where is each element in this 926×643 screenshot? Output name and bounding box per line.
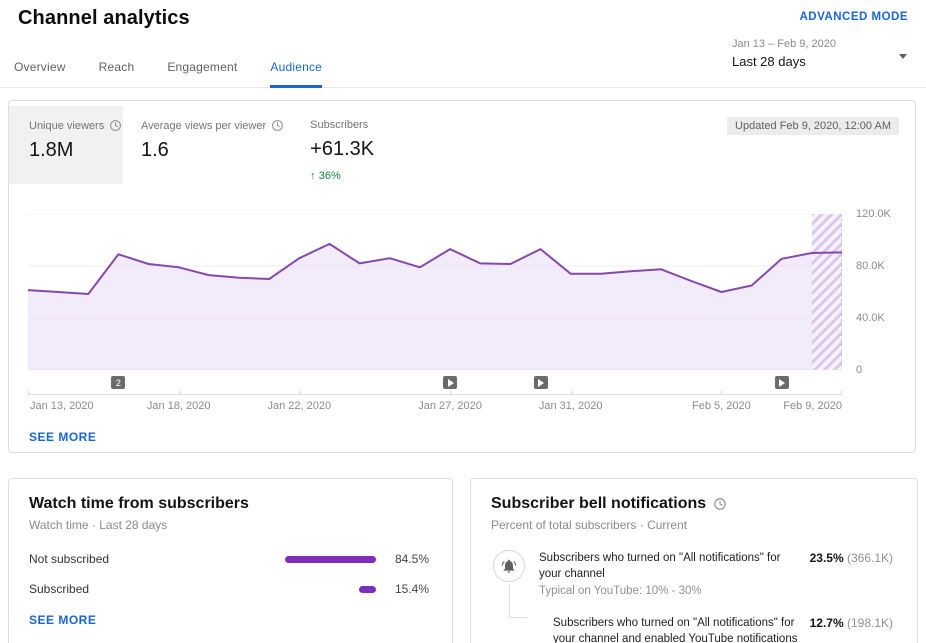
bell-stat-text: Subscribers who turned on "All notificat…	[553, 615, 810, 643]
bell-avatar	[493, 550, 525, 582]
x-axis-tick	[450, 391, 451, 395]
bar-label: Not subscribed	[29, 552, 268, 566]
page-title: Channel analytics	[18, 7, 190, 30]
metric-value: +61.3K	[310, 138, 374, 161]
metric-card-unique-viewers[interactable]: Unique viewers 1.8M	[9, 106, 123, 184]
x-axis-label: Jan 27, 2020	[418, 400, 482, 412]
bell-stat-value: 23.5% (366.1K)	[810, 550, 893, 565]
x-axis-tick	[571, 391, 572, 395]
y-axis-label: 120.0K	[856, 208, 908, 220]
x-axis-tick	[299, 391, 300, 395]
bell-stat-text: Subscribers who turned on "All notificat…	[539, 550, 810, 599]
bell-stat-value: 12.7% (198.1K)	[810, 615, 893, 630]
x-axis-label: Jan 22, 2020	[268, 400, 332, 412]
play-icon	[448, 379, 454, 387]
channel-analytics-page: Channel analytics ADVANCED MODE Jan 13 –…	[0, 0, 926, 643]
y-axis-label: 40.0K	[856, 312, 908, 324]
tab-reach[interactable]: Reach	[99, 48, 135, 87]
bell-stat-row: Subscribers who turned on "All notificat…	[471, 615, 917, 643]
bar-row-subscribed[interactable]: Subscribed 15.4%	[9, 574, 452, 604]
analytics-tabs: Overview Reach Engagement Audience	[0, 48, 926, 88]
see-more-link[interactable]: SEE MORE	[29, 430, 96, 444]
bar-row-not-subscribed[interactable]: Not subscribed 84.5%	[9, 544, 452, 574]
bell-icon	[501, 558, 517, 574]
metric-card-average-views-per-viewer[interactable]: Average views per viewer 1.6	[141, 106, 284, 184]
videos-published-count-marker[interactable]: 2	[111, 376, 125, 389]
bell-stat-row: Subscribers who turned on "All notificat…	[471, 550, 917, 599]
card-title: Subscriber bell notifications	[491, 495, 897, 513]
watch-time-bars: Not subscribed 84.5% Subscribed 15.4%	[9, 544, 452, 604]
play-icon	[779, 379, 785, 387]
card-subtitle: Watch time · Last 28 days	[29, 518, 432, 532]
see-more-link[interactable]: SEE MORE	[29, 613, 96, 627]
video-published-marker[interactable]	[443, 376, 457, 389]
up-arrow-icon: ↑	[310, 170, 316, 182]
watch-time-card: Watch time from subscribers Watch time ·…	[8, 478, 453, 643]
audience-line-chart[interactable]: 120.0K 80.0K 40.0K 0	[28, 214, 842, 370]
card-title: Watch time from subscribers	[29, 495, 432, 513]
video-published-marker[interactable]	[534, 376, 548, 389]
video-published-marker[interactable]	[775, 376, 789, 389]
metric-label: Subscribers	[310, 119, 374, 131]
bar-track	[268, 556, 376, 563]
bar-percent: 84.5%	[389, 552, 429, 566]
bell-stats: Subscribers who turned on "All notificat…	[471, 550, 917, 643]
metric-value: 1.8M	[29, 139, 123, 162]
clock-icon	[109, 119, 122, 132]
y-axis-label: 80.0K	[856, 260, 908, 272]
typical-range-text: Typical on YouTube: 10% - 30%	[539, 583, 802, 599]
tab-audience[interactable]: Audience	[270, 48, 322, 87]
x-axis-tick	[721, 391, 722, 395]
x-axis-label: Feb 5, 2020	[692, 400, 751, 412]
x-axis-label: Jan 13, 2020	[30, 400, 94, 412]
x-axis-label: Jan 31, 2020	[539, 400, 603, 412]
y-axis-label: 0	[856, 364, 908, 376]
metric-card-subscribers[interactable]: Subscribers +61.3K ↑ 36%	[310, 106, 374, 184]
audience-overview-card: Unique viewers 1.8M Average views per vi…	[8, 100, 916, 453]
tab-engagement[interactable]: Engagement	[167, 48, 237, 87]
advanced-mode-button[interactable]: ADVANCED MODE	[799, 11, 908, 23]
bar-percent: 15.4%	[389, 582, 429, 596]
metric-label: Average views per viewer	[141, 119, 284, 132]
updated-badge: Updated Feb 9, 2020, 12:00 AM	[727, 117, 899, 135]
connector-line	[509, 584, 527, 618]
play-icon	[538, 379, 544, 387]
bar-track	[268, 586, 376, 593]
x-axis-label: Jan 18, 2020	[147, 400, 211, 412]
x-axis-tick	[841, 391, 842, 395]
clock-icon	[713, 497, 727, 511]
bell-notifications-card: Subscriber bell notifications Percent of…	[470, 478, 918, 643]
chart-event-markers: 2	[28, 374, 842, 394]
x-axis: Jan 13, 2020 Jan 18, 2020 Jan 22, 2020 J…	[28, 394, 842, 417]
x-axis-label: Feb 9, 2020	[783, 400, 842, 412]
clock-icon	[271, 119, 284, 132]
line-chart-canvas	[28, 214, 842, 370]
metric-cards-row: Unique viewers 1.8M Average views per vi…	[9, 101, 915, 184]
bar-not-subscribed	[285, 556, 376, 563]
bar-subscribed	[359, 586, 376, 593]
x-axis-tick	[28, 391, 29, 395]
metric-value: 1.6	[141, 139, 284, 162]
metric-label: Unique viewers	[29, 119, 123, 132]
tab-overview[interactable]: Overview	[14, 48, 66, 87]
x-axis-tick	[179, 391, 180, 395]
card-subtitle: Percent of total subscribers · Current	[491, 518, 897, 532]
metric-delta: ↑ 36%	[310, 170, 374, 182]
bar-label: Subscribed	[29, 582, 268, 596]
